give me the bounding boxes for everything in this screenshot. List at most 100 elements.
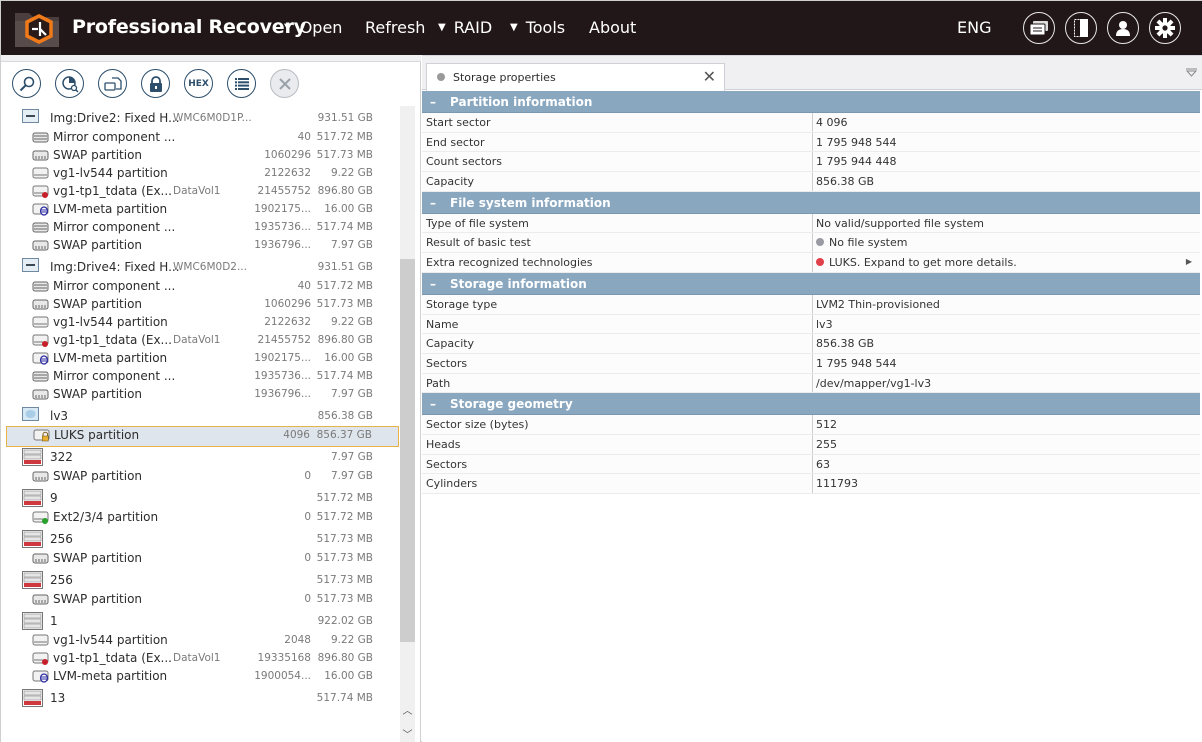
logs-button[interactable] — [1023, 12, 1055, 44]
property-row: Storage type LVM2 Thin-provisioned — [422, 294, 1200, 315]
section-header[interactable]: – Partition information — [422, 91, 1200, 113]
tree-row-label: DataVol1 — [173, 652, 221, 664]
tree-row[interactable]: 1 922.02 GB — [1, 612, 399, 631]
tree-row-name: 322 — [50, 450, 73, 464]
hex-editor-button[interactable]: HEX — [184, 69, 213, 98]
language-selector[interactable]: ENG — [957, 18, 991, 37]
user-button[interactable] — [1107, 12, 1139, 44]
tree-row-start-sector: 21455752 — [257, 185, 311, 197]
tab-status-dot-icon — [437, 73, 445, 81]
collapse-icon[interactable]: – — [430, 393, 450, 415]
tree-row[interactable]: Mirror component ... 40 517.72 MB — [1, 129, 399, 147]
scrollbar-thumb[interactable] — [400, 259, 415, 642]
property-row[interactable]: Extra recognized technologies LUKS. Expan… — [422, 253, 1200, 273]
tree-row[interactable]: LVM-meta partition 1902175... 16.00 GB — [1, 201, 399, 219]
menu-raid[interactable]: ▼ RAID — [438, 18, 492, 37]
tree-row-selected[interactable]: LUKS partition 4096 856.37 GB — [6, 426, 399, 447]
tree-row[interactable]: vg1-lv544 partition 2048 9.22 GB — [1, 632, 399, 650]
tree-row[interactable]: vg1-tp1_tdata (Ex... DataVol1 21455752 896.… — [1, 332, 399, 350]
tab-close-icon[interactable]: ✕ — [703, 67, 716, 86]
section-header[interactable]: – Storage information — [422, 272, 1200, 295]
tree-row-name: Mirror component ... — [53, 279, 176, 293]
property-key: Result of basic test — [426, 236, 531, 250]
property-row: Path/dev/mapper/vg1-lv3 — [422, 373, 1200, 394]
tree-row[interactable]: LVM-meta partition 1900054... 16.00 GB — [1, 668, 399, 686]
tree-row[interactable]: Img:Drive4: Fixed H... WMC6M0D2... 931.51 … — [1, 258, 399, 277]
tree-row[interactable]: SWAP partition 0 7.97 GB — [1, 468, 399, 486]
tree-row[interactable]: SWAP partition 1060296 517.73 MB — [1, 147, 399, 165]
tree-row[interactable]: vg1-lv544 partition 2122632 9.22 GB — [1, 314, 399, 332]
property-value-text: 1 795 944 448 — [816, 155, 897, 169]
tree-row-name: 13 — [50, 691, 66, 705]
section-header[interactable]: – Storage geometry — [422, 393, 1200, 416]
close-storage-button[interactable] — [270, 69, 299, 98]
tab-list-menu-icon[interactable] — [1185, 68, 1198, 80]
tree-row[interactable]: Ext2/3/4 partition 0 517.72 MB — [1, 509, 399, 527]
scan-button[interactable] — [12, 69, 41, 98]
property-value: lv3 — [812, 314, 1200, 334]
panel-layout-button[interactable] — [1065, 12, 1097, 44]
tree-scrollbar[interactable]: ︿ ﹀ — [400, 106, 415, 742]
property-key: Capacity — [426, 337, 475, 351]
tree-row[interactable]: 256 517.73 MB — [1, 571, 399, 590]
tab-storage-properties[interactable]: Storage properties ✕ — [426, 63, 725, 91]
tree-row-start-sector: 1902175... — [254, 203, 311, 215]
tree-row-start-sector: 2122632 — [264, 167, 311, 179]
property-value-text: LVM2 Thin-provisioned — [816, 297, 940, 311]
menu-about[interactable]: About — [589, 18, 636, 37]
swap-icon — [32, 297, 49, 311]
tree-row[interactable]: SWAP partition 1936796... 7.97 GB — [1, 386, 399, 404]
tree-row-name: vg1-tp1_tdata (Ex... — [53, 333, 172, 347]
tree-row[interactable]: SWAP partition 1936796... 7.97 GB — [1, 237, 399, 255]
tree-row[interactable]: vg1-tp1_tdata (Ex... DataVol1 19335168 896.… — [1, 650, 399, 668]
tree-row[interactable]: Img:Drive2: Fixed H... WMC6M0D1P... 931.51… — [1, 109, 399, 128]
collapse-icon[interactable]: – — [430, 91, 450, 113]
property-key: Count sectors — [426, 155, 503, 169]
tree-row-start-sector: 0 — [304, 470, 311, 482]
tree-row[interactable]: SWAP partition 1060296 517.73 MB — [1, 296, 399, 314]
menu-refresh[interactable]: Refresh — [365, 18, 425, 37]
property-row: Sector size (bytes) 512 — [422, 415, 1200, 435]
tree-row[interactable]: LVM-meta partition 1902175... 16.00 GB — [1, 350, 399, 368]
copy-disk-button[interactable] — [98, 69, 127, 98]
expand-arrow-icon[interactable]: ▶ — [1186, 257, 1192, 266]
tree-row-size: 517.72 MB — [316, 492, 373, 504]
lock-button[interactable] — [141, 69, 170, 98]
menu-open-label: Open — [299, 18, 343, 37]
tree-row-size: 896.80 GB — [317, 652, 373, 664]
property-value: 4 096 — [812, 113, 1200, 132]
collapse-icon[interactable]: – — [430, 192, 450, 214]
lvm-meta-icon — [32, 351, 49, 365]
tree-row[interactable]: SWAP partition 0 517.73 MB — [1, 591, 399, 609]
tree-row[interactable]: Mirror component ... 40 517.72 MB — [1, 278, 399, 296]
tree-row[interactable]: 322 7.97 GB — [1, 448, 399, 467]
tree-row[interactable]: vg1-lv544 partition 2122632 9.22 GB — [1, 165, 399, 183]
tree-row[interactable]: 9 517.72 MB — [1, 489, 399, 508]
tree-row[interactable]: Mirror component ... 1935736... 517.74 MB — [1, 368, 399, 386]
tree-row[interactable]: SWAP partition 0 517.73 MB — [1, 550, 399, 568]
tree-row[interactable]: vg1-tp1_tdata (Ex... DataVol1 21455752 896.… — [1, 183, 399, 201]
section-header[interactable]: – File system information — [422, 191, 1200, 214]
tree-row-name: 9 — [50, 491, 58, 505]
tree-row-name: SWAP partition — [53, 238, 143, 252]
menu-tools[interactable]: ▼ Tools — [510, 18, 565, 37]
tree-row[interactable]: lv3 856.38 GB — [1, 407, 399, 426]
tree-row[interactable]: 13 517.74 MB — [1, 689, 399, 708]
tree-row-name: 256 — [50, 532, 73, 546]
scroll-down-icon[interactable]: ﹀ — [400, 726, 415, 741]
tree-row[interactable]: Mirror component ... 1935736... 517.74 MB — [1, 219, 399, 237]
collapse-icon[interactable]: – — [430, 273, 450, 295]
mirror-icon — [32, 279, 49, 293]
search-scan-icon — [19, 76, 34, 91]
property-key: Extra recognized technologies — [426, 256, 593, 270]
tree-row-start-sector: 21455752 — [257, 334, 311, 346]
menu-refresh-label: Refresh — [365, 18, 426, 37]
settings-button[interactable] — [1149, 12, 1181, 44]
menu-open[interactable]: ▼ Open — [284, 18, 342, 37]
property-row: Count sectors 1 795 944 448 — [422, 152, 1200, 173]
file-recovery-button[interactable] — [55, 69, 84, 98]
list-view-button[interactable] — [227, 69, 256, 98]
property-row: Result of basic test No file system — [422, 233, 1200, 254]
tree-row[interactable]: 256 517.73 MB — [1, 530, 399, 549]
scroll-up-icon[interactable]: ︿ — [400, 702, 415, 717]
